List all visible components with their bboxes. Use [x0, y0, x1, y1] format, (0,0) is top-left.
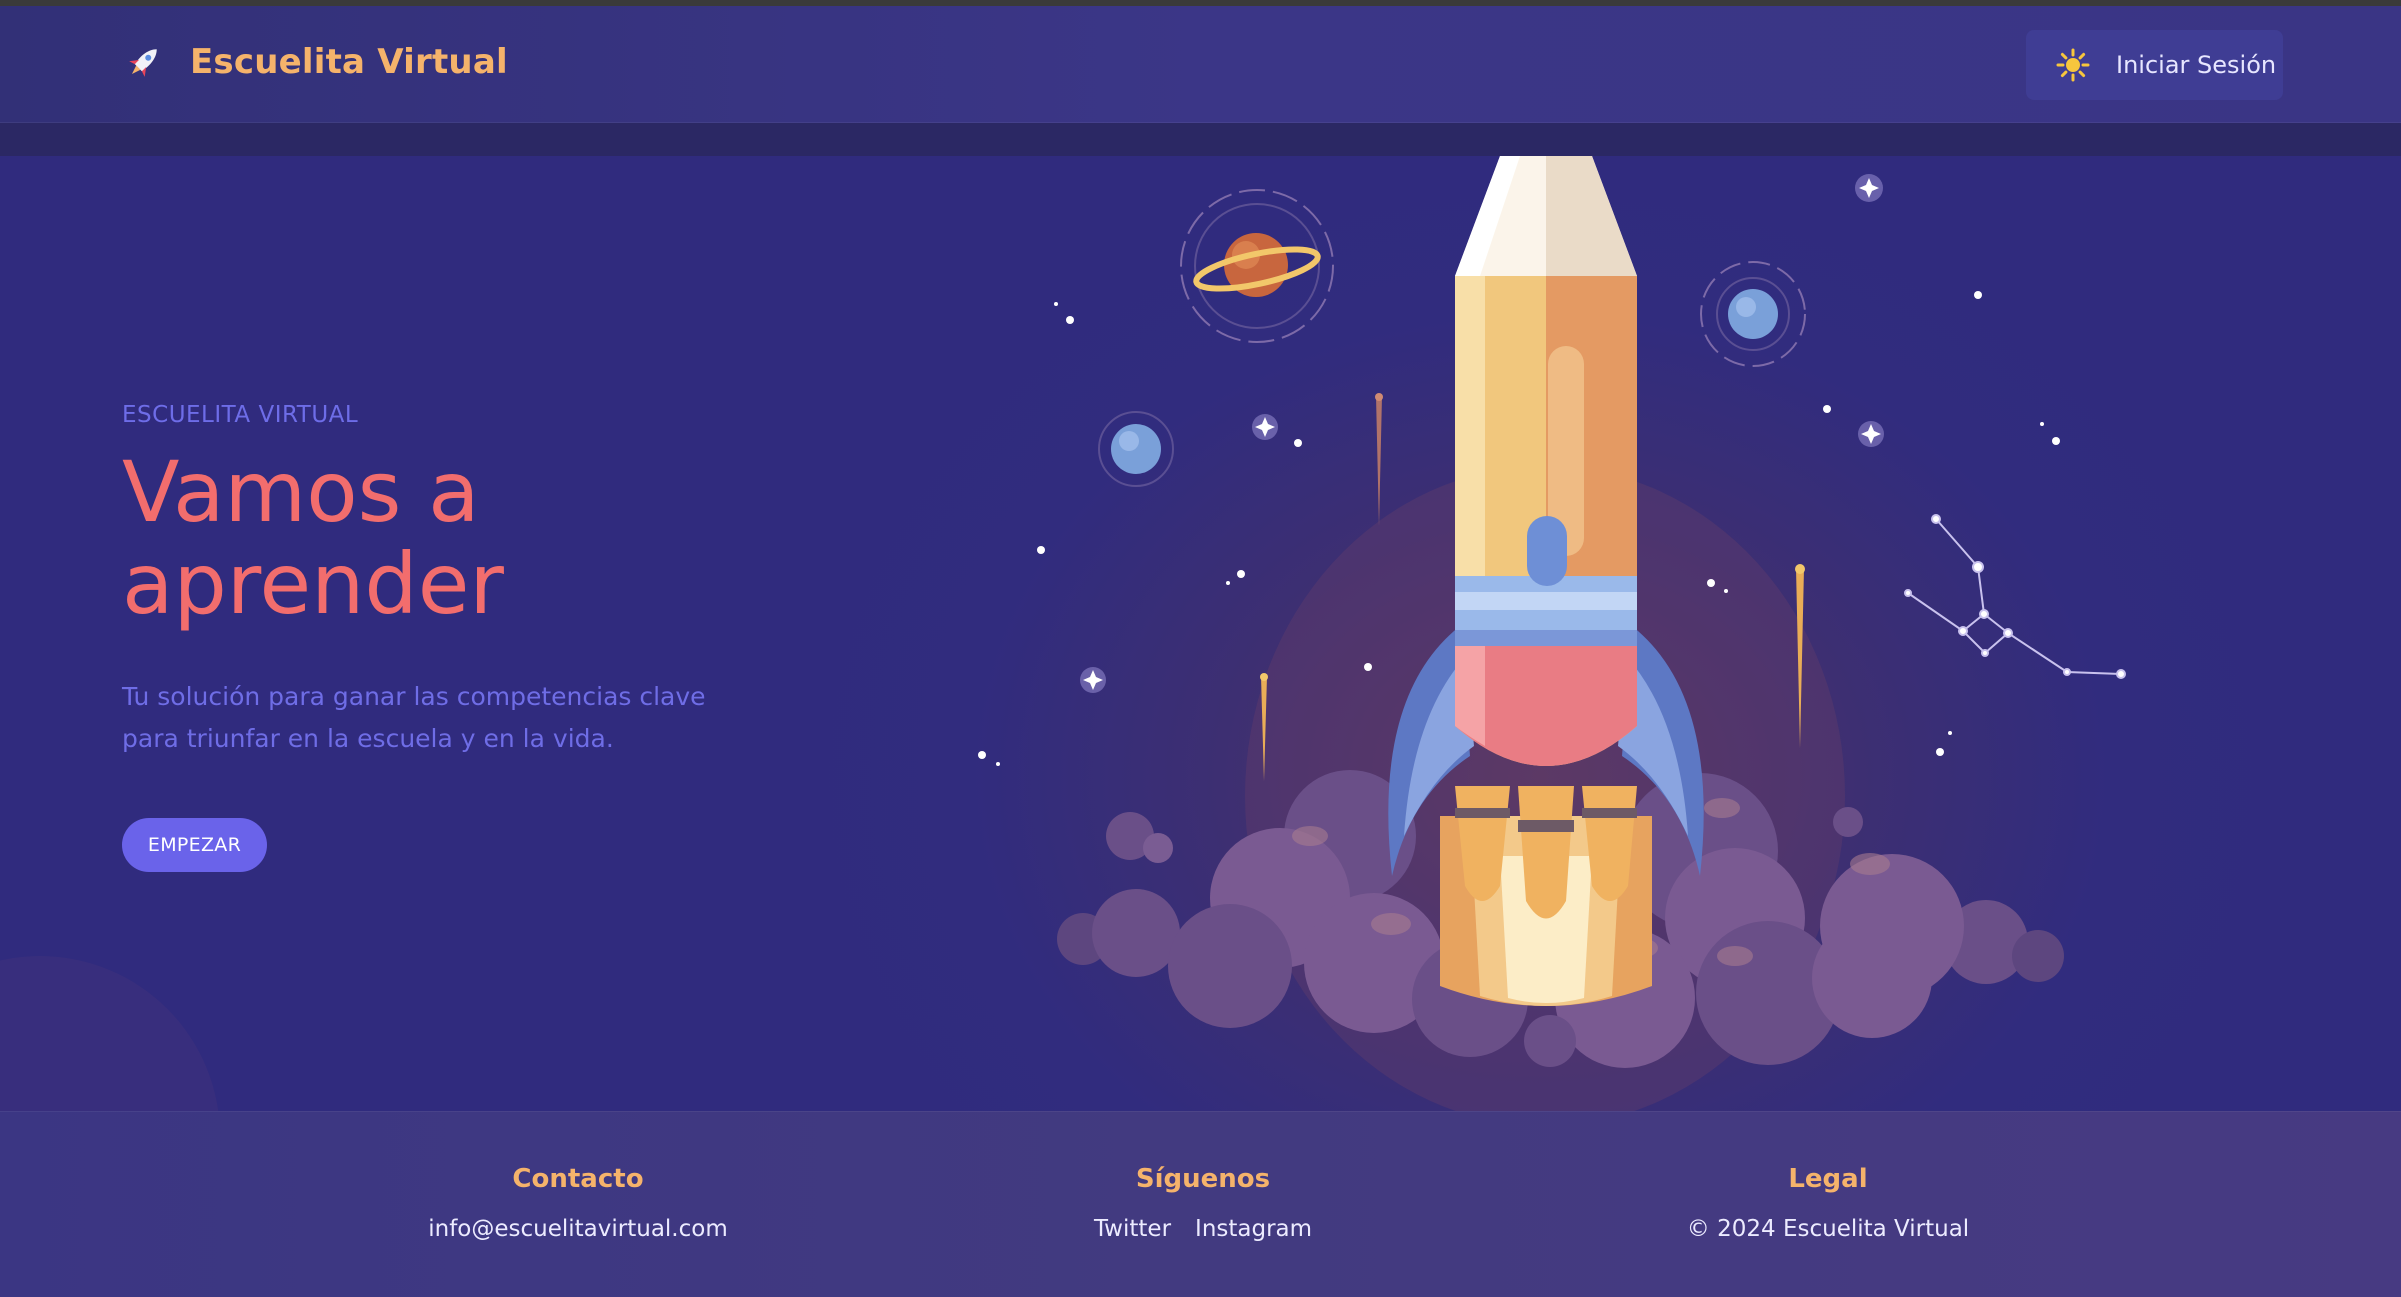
- site-footer: Contacto info@escuelitavirtual.com Sígue…: [0, 1111, 2401, 1297]
- rocket-launch-illustration: [978, 156, 2126, 1111]
- blue-planet-decoration: [1098, 261, 1806, 487]
- footer-contact-column: Contacto info@escuelitavirtual.com: [328, 1164, 828, 1242]
- site-header: Escuelita Virtual Iniciar Sesión: [0, 6, 2401, 123]
- footer-contact-heading: Contacto: [512, 1164, 644, 1194]
- login-button[interactable]: Iniciar Sesión: [2026, 30, 2283, 100]
- hero-section: ESCUELITA VIRTUAL Vamos a aprender Tu so…: [0, 156, 2401, 1111]
- header-divider-strip: [0, 123, 2401, 156]
- rocket-icon: [129, 49, 157, 77]
- footer-legal-heading: Legal: [1788, 1164, 1868, 1194]
- social-links: Twitter Instagram: [953, 1216, 1453, 1242]
- twitter-link[interactable]: Twitter: [1094, 1216, 1171, 1242]
- instagram-link[interactable]: Instagram: [1195, 1216, 1312, 1242]
- saturn-planet-decoration: [1180, 189, 1334, 343]
- copyright-text: © 2024 Escuelita Virtual: [1686, 1216, 1970, 1242]
- sun-icon: [2056, 48, 2090, 82]
- rocket-flames-decoration: [1440, 786, 1652, 1006]
- pencil-rocket-body: [1455, 156, 1637, 766]
- login-label: Iniciar Sesión: [2116, 51, 2277, 79]
- brand-name: Escuelita Virtual: [190, 42, 508, 82]
- footer-social-column: Síguenos Twitter Instagram: [953, 1164, 1453, 1242]
- constellation-decoration: [1904, 514, 2126, 679]
- brand-logo[interactable]: Escuelita Virtual: [122, 40, 508, 84]
- footer-legal-column: Legal © 2024 Escuelita Virtual: [1578, 1164, 2078, 1242]
- footer-social-heading: Síguenos: [1135, 1164, 1271, 1194]
- contact-email-link[interactable]: info@escuelitavirtual.com: [428, 1216, 728, 1242]
